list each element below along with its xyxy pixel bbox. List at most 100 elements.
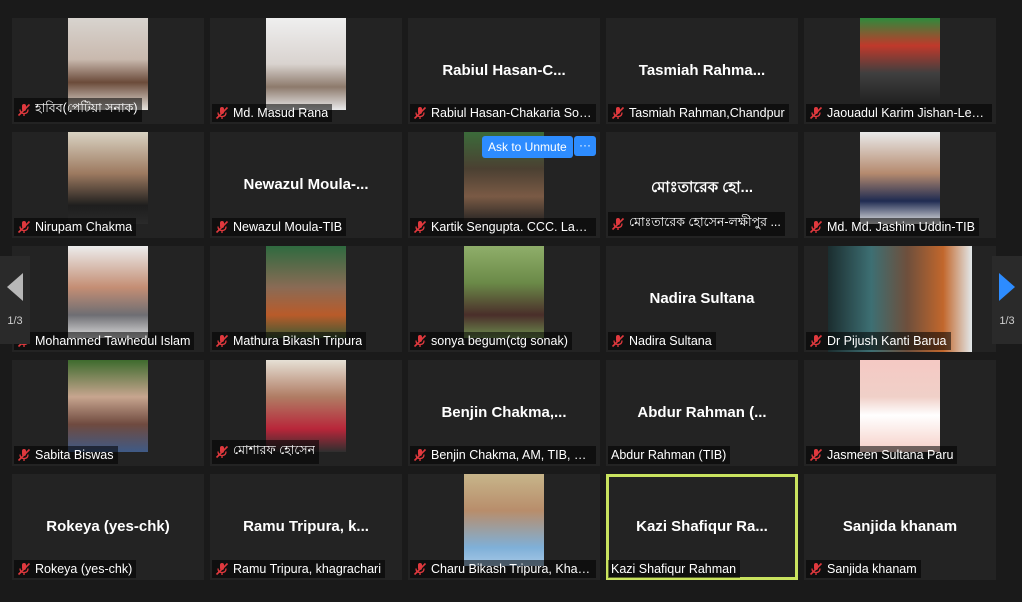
- participant-tile[interactable]: Mathura Bikash Tripura: [210, 246, 402, 352]
- participant-name-label: হাবিব(পেটিয়া সনাক): [14, 98, 142, 122]
- participant-video: [68, 246, 148, 338]
- participant-tile[interactable]: Kazi Shafiqur Ra... Kazi Shafiqur Rahman: [606, 474, 798, 580]
- participant-name: মোঃতারেক হোসেন-লক্ষীপুর ...: [629, 215, 781, 229]
- participant-name-label: Ramu Tripura, khagrachari: [212, 560, 385, 578]
- participant-display-name: Benjin Chakma,...: [441, 404, 567, 421]
- participant-tile[interactable]: মোঃতারেক হো... মোঃতারেক হোসেন-লক্ষীপুর ..…: [606, 132, 798, 238]
- participant-name-label: Kartik Sengupta. CCC. Laks...: [410, 218, 596, 236]
- muted-mic-icon: [413, 106, 427, 120]
- participant-tile[interactable]: Sabita Biswas: [12, 360, 204, 466]
- page-indicator: 1/3: [7, 315, 23, 327]
- participant-name: Dr Pijush Kanti Barua: [827, 334, 947, 348]
- participant-name: Kazi Shafiqur Rahman: [611, 562, 737, 576]
- muted-mic-icon: [611, 334, 625, 348]
- muted-mic-icon: [17, 103, 31, 117]
- participant-name-label: Jaouadul Karim Jishan-Lea...: [806, 104, 992, 122]
- participant-name: Kartik Sengupta. CCC. Laks...: [431, 220, 592, 234]
- participant-display-name: Nadira Sultana: [649, 290, 755, 307]
- participant-name: Newazul Moula-TIB: [233, 220, 343, 234]
- participant-name-label: Benjin Chakma, AM, TIB, Ra...: [410, 446, 596, 464]
- participant-name-label: Md. Md. Jashim Uddin-TIB: [806, 218, 979, 236]
- participant-tile[interactable]: Md. Masud Rana: [210, 18, 402, 124]
- participant-video: [68, 18, 148, 110]
- participant-tile[interactable]: Kartik Sengupta. CCC. Laks... Ask to Unmu…: [408, 132, 600, 238]
- participant-tile[interactable]: Abdur Rahman (... Abdur Rahman (TIB): [606, 360, 798, 466]
- participant-tile[interactable]: হাবিব(পেটিয়া সনাক): [12, 18, 204, 124]
- participant-tile[interactable]: Ramu Tripura, k... Ramu Tripura, khagrach…: [210, 474, 402, 580]
- participant-name: Ramu Tripura, khagrachari: [233, 562, 381, 576]
- participant-name-label: Rokeya (yes-chk): [14, 560, 137, 578]
- participant-name-label: Rabiul Hasan-Chakaria Son...: [410, 104, 596, 122]
- muted-mic-icon: [215, 334, 229, 348]
- participant-tile[interactable]: মোশারফ হোসেন: [210, 360, 402, 466]
- muted-mic-icon: [809, 562, 823, 576]
- participant-name-label: Abdur Rahman (TIB): [608, 446, 731, 464]
- participant-name: Nirupam Chakma: [35, 220, 133, 234]
- participant-display-name: মোঃতারেক হো...: [650, 179, 754, 196]
- participant-name-label: মোশারফ হোসেন: [212, 440, 320, 464]
- participant-name-label: Mathura Bikash Tripura: [212, 332, 367, 350]
- chevron-left-icon: [7, 273, 23, 301]
- participant-tile[interactable]: Benjin Chakma,... Benjin Chakma, AM, TIB,…: [408, 360, 600, 466]
- muted-mic-icon: [215, 106, 229, 120]
- participant-tile[interactable]: Rokeya (yes-chk) Rokeya (yes-chk): [12, 474, 204, 580]
- participant-name: Jaouadul Karim Jishan-Lea...: [827, 106, 988, 120]
- participant-display-name: Ramu Tripura, k...: [243, 518, 369, 535]
- participant-name: Rokeya (yes-chk): [35, 562, 133, 576]
- participant-name-label: Charu Bikash Tripura, Khag...: [410, 560, 596, 578]
- participant-display-name: Kazi Shafiqur Ra...: [636, 518, 768, 535]
- participant-name: Tasmiah Rahman,Chandpur: [629, 106, 785, 120]
- next-page-button[interactable]: 1/3: [992, 256, 1022, 344]
- participant-name: Mohammed Tawhedul Islam: [35, 334, 191, 348]
- participant-tile[interactable]: Jaouadul Karim Jishan-Lea...: [804, 18, 996, 124]
- ask-to-unmute-button[interactable]: Ask to Unmute: [482, 136, 573, 158]
- participant-tile[interactable]: Nirupam Chakma: [12, 132, 204, 238]
- participant-tile[interactable]: Sanjida khanam Sanjida khanam: [804, 474, 996, 580]
- participant-tile[interactable]: Mohammed Tawhedul Islam: [12, 246, 204, 352]
- participant-name: Abdur Rahman (TIB): [611, 448, 727, 462]
- participant-display-name: Tasmiah Rahma...: [638, 62, 766, 79]
- participant-tile[interactable]: Charu Bikash Tripura, Khag...: [408, 474, 600, 580]
- muted-mic-icon: [413, 562, 427, 576]
- participant-display-name: Rokeya (yes-chk): [46, 518, 170, 535]
- participant-tile[interactable]: Dr Pijush Kanti Barua: [804, 246, 996, 352]
- participant-tile[interactable]: Tasmiah Rahma... Tasmiah Rahman,Chandpur: [606, 18, 798, 124]
- participant-video: [266, 246, 346, 338]
- participant-video: [464, 474, 544, 566]
- muted-mic-icon: [809, 220, 823, 234]
- participant-name-label: Newazul Moula-TIB: [212, 218, 347, 236]
- participant-name: হাবিব(পেটিয়া সনাক): [35, 101, 138, 115]
- participant-name-label: মোঃতারেক হোসেন-লক্ষীপুর ...: [608, 212, 785, 236]
- participant-name: Charu Bikash Tripura, Khag...: [431, 562, 592, 576]
- participant-video: [68, 360, 148, 452]
- participant-name: Rabiul Hasan-Chakaria Son...: [431, 106, 592, 120]
- muted-mic-icon: [215, 220, 229, 234]
- participant-tile[interactable]: Md. Md. Jashim Uddin-TIB: [804, 132, 996, 238]
- prev-page-button[interactable]: 1/3: [0, 256, 30, 344]
- participant-tile[interactable]: Newazul Moula-... Newazul Moula-TIB: [210, 132, 402, 238]
- muted-mic-icon: [215, 445, 229, 459]
- participant-display-name: Abdur Rahman (...: [637, 404, 767, 421]
- participant-name: Mathura Bikash Tripura: [233, 334, 363, 348]
- more-options-button[interactable]: ···: [574, 136, 596, 156]
- participant-tile[interactable]: Jasmeen Sultana Paru: [804, 360, 996, 466]
- participant-tile[interactable]: sonya begum(ctg sonak): [408, 246, 600, 352]
- participant-tile[interactable]: Rabiul Hasan-C... Rabiul Hasan-Chakaria S…: [408, 18, 600, 124]
- participant-tile[interactable]: Nadira Sultana Nadira Sultana: [606, 246, 798, 352]
- participant-name-label: Mohammed Tawhedul Islam: [14, 332, 195, 350]
- muted-mic-icon: [413, 448, 427, 462]
- muted-mic-icon: [17, 448, 31, 462]
- participant-name-label: Nadira Sultana: [608, 332, 716, 350]
- muted-mic-icon: [611, 217, 625, 231]
- muted-mic-icon: [413, 334, 427, 348]
- muted-mic-icon: [17, 220, 31, 234]
- participant-name: Jasmeen Sultana Paru: [827, 448, 954, 462]
- participant-display-name: Newazul Moula-...: [243, 176, 369, 193]
- chevron-right-icon: [999, 273, 1015, 301]
- participant-name-label: Dr Pijush Kanti Barua: [806, 332, 951, 350]
- participant-name-label: Kazi Shafiqur Rahman: [608, 560, 741, 578]
- participant-name-label: Nirupam Chakma: [14, 218, 137, 236]
- participant-video: [266, 18, 346, 110]
- participant-video: [266, 360, 346, 452]
- participant-name: Md. Md. Jashim Uddin-TIB: [827, 220, 975, 234]
